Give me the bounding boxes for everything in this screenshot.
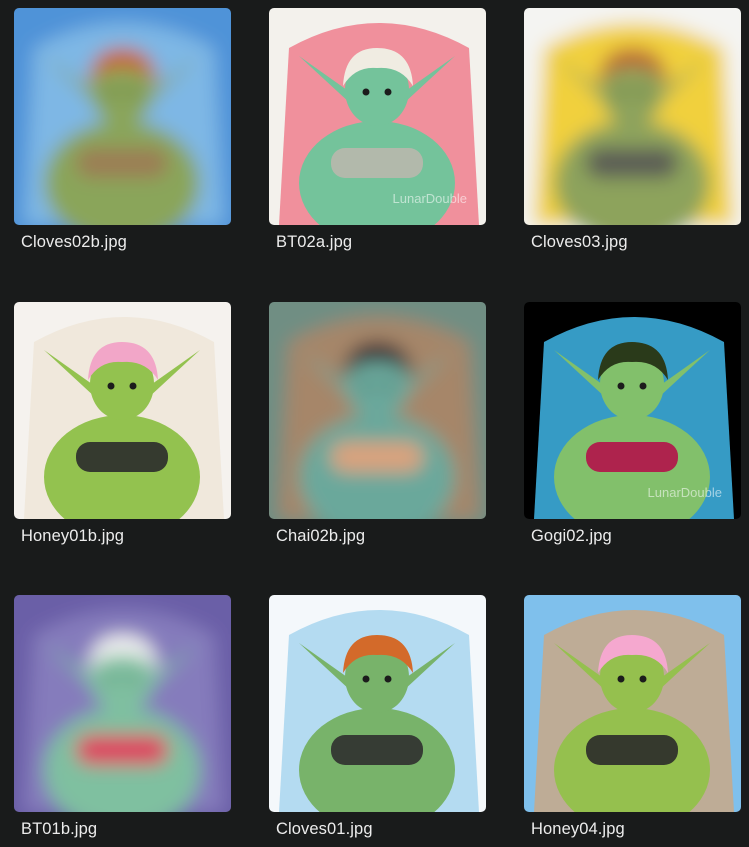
thumbnail-image: [14, 8, 231, 225]
thumbnail-image: LunarDouble: [269, 8, 486, 225]
thumbnail-image: [14, 595, 231, 812]
file-name: Honey04.jpg: [531, 820, 625, 838]
file-name: BT01b.jpg: [21, 820, 98, 838]
thumbnail-image: LunarDouble: [524, 302, 741, 519]
file-tile[interactable]: Honey04.jpg: [524, 595, 741, 838]
watermark-text: LunarDouble: [393, 191, 467, 206]
file-name: BT02a.jpg: [276, 233, 353, 251]
file-tile[interactable]: Honey01b.jpg: [14, 302, 231, 545]
thumbnail-image: [524, 8, 741, 225]
file-tile[interactable]: Cloves03.jpg: [524, 8, 741, 251]
file-tile[interactable]: Chai02b.jpg: [269, 302, 486, 545]
file-tile[interactable]: Cloves01.jpg: [269, 595, 486, 838]
file-thumbnail[interactable]: LunarDouble: [524, 302, 741, 519]
file-name: Cloves03.jpg: [531, 233, 628, 251]
file-name: Cloves01.jpg: [276, 820, 373, 838]
file-thumbnail[interactable]: [14, 8, 231, 225]
image-grid: Cloves02b.jpg LunarDouble BT02a.jpg Cloves0…: [0, 0, 749, 847]
file-name: Honey01b.jpg: [21, 527, 125, 545]
thumbnail-image: [269, 302, 486, 519]
thumbnail-image: [14, 302, 231, 519]
file-tile[interactable]: LunarDouble BT02a.jpg: [269, 8, 486, 251]
watermark-text: LunarDouble: [648, 485, 722, 500]
file-thumbnail[interactable]: [524, 595, 741, 812]
file-thumbnail[interactable]: [524, 8, 741, 225]
file-thumbnail[interactable]: [269, 302, 486, 519]
thumbnail-image: [524, 595, 741, 812]
file-tile[interactable]: BT01b.jpg: [14, 595, 231, 838]
file-name: Chai02b.jpg: [276, 527, 366, 545]
file-tile[interactable]: LunarDouble Gogi02.jpg: [524, 302, 741, 545]
thumbnail-image: [269, 595, 486, 812]
file-name: Gogi02.jpg: [531, 527, 612, 545]
file-thumbnail[interactable]: LunarDouble: [269, 8, 486, 225]
file-name: Cloves02b.jpg: [21, 233, 127, 251]
file-thumbnail[interactable]: [14, 595, 231, 812]
file-tile[interactable]: Cloves02b.jpg: [14, 8, 231, 251]
file-thumbnail[interactable]: [14, 302, 231, 519]
file-thumbnail[interactable]: [269, 595, 486, 812]
